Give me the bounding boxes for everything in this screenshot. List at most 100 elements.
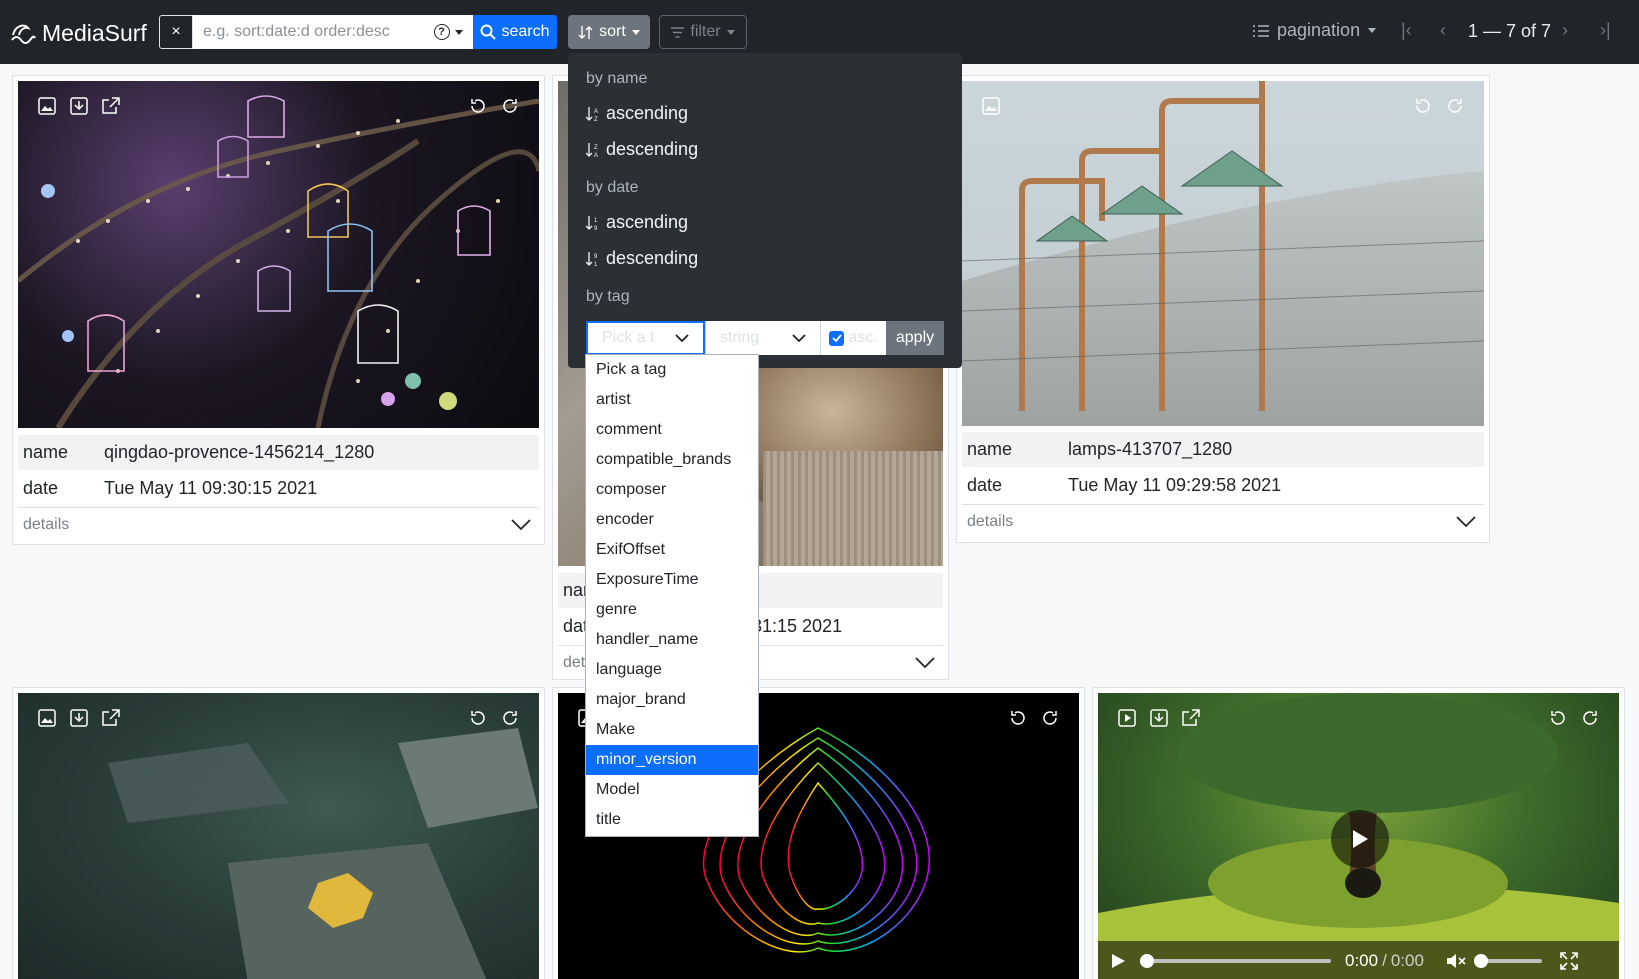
sort-name-descending[interactable]: ZA descending bbox=[586, 139, 698, 160]
seek-bar[interactable] bbox=[1140, 954, 1331, 968]
tag-option[interactable]: artist bbox=[586, 385, 758, 415]
rotate-right-icon[interactable] bbox=[501, 97, 519, 115]
tag-option[interactable]: handler_name bbox=[586, 625, 758, 655]
first-page-button[interactable]: |‹ bbox=[1401, 20, 1412, 41]
tag-select[interactable]: Pick a t bbox=[586, 321, 705, 355]
search-help-button[interactable]: ? bbox=[423, 15, 473, 49]
next-page-button[interactable]: › bbox=[1562, 20, 1568, 41]
tag-option[interactable]: compatible_brands bbox=[586, 445, 758, 475]
video-player[interactable]: 0:00 / 0:00 bbox=[1098, 693, 1619, 979]
page-range: 1 — 7 of 7 bbox=[1468, 21, 1552, 41]
play-overlay-button[interactable] bbox=[1331, 810, 1389, 868]
name-row: name qingdao-provence-1456214_1280 bbox=[18, 435, 539, 470]
ascending-checkbox[interactable] bbox=[829, 330, 845, 346]
filter-dropdown-button[interactable]: filter bbox=[659, 15, 747, 49]
search-input[interactable] bbox=[193, 15, 423, 49]
chevron-down-icon bbox=[915, 656, 935, 668]
tag-option[interactable]: comment bbox=[586, 415, 758, 445]
clear-search-button[interactable]: × bbox=[159, 15, 193, 49]
rotate-right-icon[interactable] bbox=[1581, 709, 1599, 727]
card-actions-right bbox=[1414, 97, 1464, 115]
video-icon[interactable] bbox=[1118, 709, 1136, 727]
rotate-left-icon[interactable] bbox=[1549, 709, 1567, 727]
media-image[interactable] bbox=[962, 81, 1484, 426]
fullscreen-icon[interactable] bbox=[1560, 952, 1578, 970]
image-icon[interactable] bbox=[38, 97, 56, 115]
external-link-icon[interactable] bbox=[1182, 709, 1200, 727]
rotate-left-icon[interactable] bbox=[469, 97, 487, 115]
sort-dropdown-button[interactable]: sort bbox=[568, 15, 650, 49]
sort-date-ascending[interactable]: 19 ascending bbox=[586, 212, 688, 233]
sort-by-date-header: by date bbox=[586, 179, 639, 196]
media-image[interactable] bbox=[18, 693, 539, 979]
download-icon[interactable] bbox=[1150, 709, 1168, 727]
sort-alpha-up-icon: ZA bbox=[586, 142, 598, 158]
svg-text:Z: Z bbox=[594, 145, 598, 151]
type-select[interactable]: string bbox=[705, 321, 820, 355]
media-card: 0:00 / 0:00 bbox=[1092, 687, 1625, 979]
descending-label: descending bbox=[606, 248, 699, 268]
tag-option[interactable]: Model bbox=[586, 775, 758, 805]
media-card bbox=[12, 687, 545, 979]
list-icon bbox=[1253, 24, 1269, 37]
apply-sort-button[interactable]: apply bbox=[886, 321, 944, 355]
pagination-dropdown[interactable]: pagination bbox=[1253, 20, 1377, 41]
sort-numeric-down-icon: 19 bbox=[586, 215, 598, 231]
sort-name-ascending[interactable]: AZ ascending bbox=[586, 103, 688, 124]
tag-option[interactable]: Make bbox=[586, 715, 758, 745]
sort-label: sort bbox=[599, 23, 626, 40]
tag-option[interactable]: genre bbox=[586, 595, 758, 625]
details-label: details bbox=[967, 512, 1014, 530]
image-icon[interactable] bbox=[38, 709, 56, 727]
chevron-down-icon bbox=[726, 29, 735, 35]
tag-option[interactable]: Pick a tag bbox=[586, 355, 758, 385]
tag-option[interactable]: encoder bbox=[586, 505, 758, 535]
download-icon[interactable] bbox=[70, 709, 88, 727]
tag-option[interactable]: ExifOffset bbox=[586, 535, 758, 565]
pagination-label: pagination bbox=[1277, 20, 1361, 40]
rotate-right-icon[interactable] bbox=[501, 709, 519, 727]
sort-date-descending[interactable]: 91 descending bbox=[586, 248, 698, 269]
external-link-icon[interactable] bbox=[102, 97, 120, 115]
play-icon[interactable] bbox=[1110, 953, 1126, 969]
mute-icon[interactable] bbox=[1446, 953, 1466, 969]
prev-page-button[interactable]: ‹ bbox=[1440, 20, 1446, 41]
seek-handle[interactable] bbox=[1140, 954, 1154, 968]
details-toggle[interactable]: details bbox=[962, 504, 1484, 538]
ascending-checkbox-group[interactable]: asc. bbox=[820, 321, 886, 355]
image-icon[interactable] bbox=[982, 97, 1000, 115]
volume-slider[interactable] bbox=[1473, 954, 1542, 968]
tag-option[interactable]: composer bbox=[586, 475, 758, 505]
date-key: date bbox=[23, 478, 59, 498]
date-value: Tue May 11 09:30:15 2021 bbox=[104, 478, 318, 498]
rotate-left-icon[interactable] bbox=[1009, 709, 1027, 727]
search-group: × ? search bbox=[159, 15, 557, 49]
tag-option[interactable]: title bbox=[586, 805, 758, 835]
date-row: date Tue May 11 09:29:58 2021 bbox=[962, 468, 1484, 503]
wave-logo-icon bbox=[11, 24, 36, 44]
tag-option[interactable]: language bbox=[586, 655, 758, 685]
date-value: Tue May 11 09:29:58 2021 bbox=[1068, 475, 1282, 495]
details-toggle[interactable]: details bbox=[18, 507, 539, 541]
external-link-icon[interactable] bbox=[102, 709, 120, 727]
rotate-left-icon[interactable] bbox=[469, 709, 487, 727]
card-actions-left bbox=[1118, 709, 1200, 727]
tag-option[interactable]: ExposureTime bbox=[586, 565, 758, 595]
svg-text:A: A bbox=[594, 109, 598, 115]
media-image[interactable] bbox=[18, 81, 539, 428]
download-icon[interactable] bbox=[70, 97, 88, 115]
rotate-right-icon[interactable] bbox=[1041, 709, 1059, 727]
tag-option[interactable]: major_brand bbox=[586, 685, 758, 715]
rotate-right-icon[interactable] bbox=[1446, 97, 1464, 115]
rotate-left-icon[interactable] bbox=[1414, 97, 1432, 115]
birdcage-lights-artwork bbox=[18, 95, 539, 428]
search-button[interactable]: search bbox=[473, 15, 557, 49]
last-page-button[interactable]: ›| bbox=[1600, 20, 1611, 41]
tag-option[interactable]: minor_version bbox=[586, 745, 758, 775]
date-value: 31:15 2021 bbox=[752, 616, 843, 636]
app-brand[interactable]: MediaSurf bbox=[10, 18, 147, 48]
card-actions-right bbox=[469, 97, 519, 115]
volume-handle[interactable] bbox=[1473, 954, 1488, 968]
help-icon: ? bbox=[433, 24, 450, 40]
search-icon bbox=[480, 24, 497, 40]
